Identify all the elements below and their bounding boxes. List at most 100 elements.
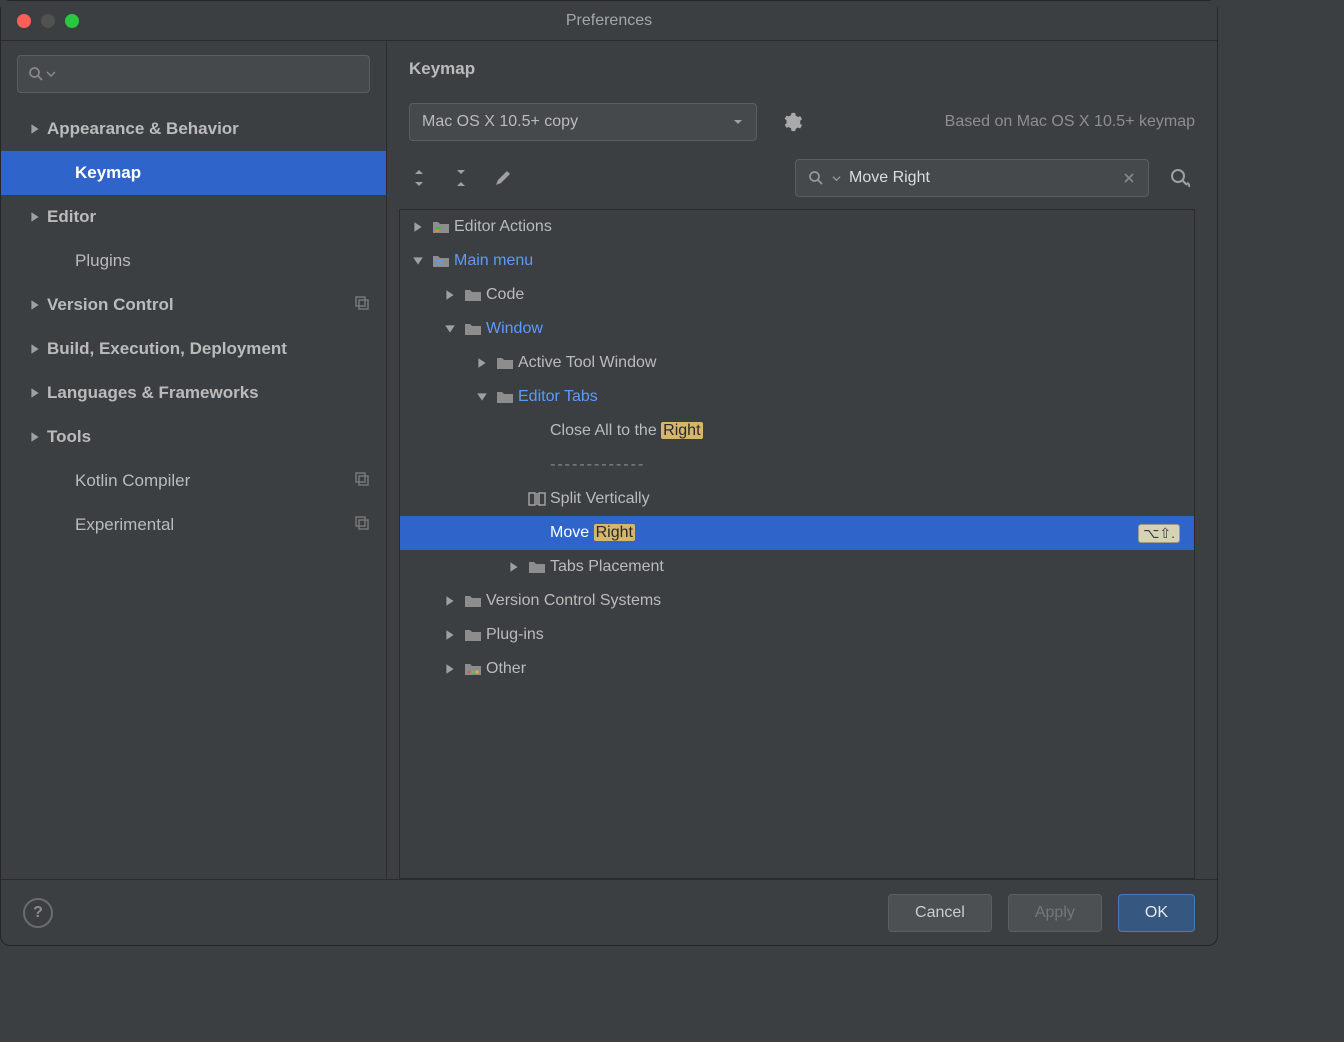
sidebar-item-label: Version Control <box>47 295 354 315</box>
help-button[interactable]: ? <box>23 898 53 928</box>
action-search[interactable] <box>795 159 1149 197</box>
tree-row-label: Editor Actions <box>454 218 552 236</box>
sidebar-item-appearance-behavior[interactable]: Appearance & Behavior <box>1 107 386 151</box>
chevron-right-icon <box>29 211 41 223</box>
tree-row-label: Plug-ins <box>486 626 544 644</box>
tree-row[interactable]: Code <box>400 278 1194 312</box>
tree-row[interactable]: Main menu <box>400 244 1194 278</box>
folder-icon <box>524 559 550 575</box>
tree-row-label: Version Control Systems <box>486 592 661 610</box>
keymap-tree[interactable]: Editor Actions Main menu Code Window Active … <box>399 209 1195 879</box>
keymap-select[interactable]: Mac OS X 10.5+ copy <box>409 103 757 141</box>
sidebar-item-label: Tools <box>47 427 370 447</box>
tree-row[interactable]: Window <box>400 312 1194 346</box>
expand-icon[interactable] <box>472 357 492 369</box>
sidebar-item-label: Languages & Frameworks <box>47 383 370 403</box>
find-by-shortcut-button[interactable] <box>1165 167 1195 189</box>
main-panel: Keymap Mac OS X 10.5+ copy Based on Mac … <box>387 41 1217 879</box>
sidebar-item-label: Build, Execution, Deployment <box>47 339 370 359</box>
tree-row[interactable]: Active Tool Window <box>400 346 1194 380</box>
gear-icon[interactable] <box>781 111 803 133</box>
tree-row[interactable]: Editor Actions <box>400 210 1194 244</box>
chevron-down-icon <box>732 116 744 128</box>
folder-icon <box>460 593 486 609</box>
tree-row[interactable]: Close All to the Right <box>400 414 1194 448</box>
tree-row-label: Close All to the Right <box>550 422 703 440</box>
tree-row[interactable]: Split Vertically <box>400 482 1194 516</box>
tree-row[interactable]: Editor Tabs <box>400 380 1194 414</box>
folder-icon <box>460 287 486 303</box>
sidebar-item-label: Experimental <box>75 515 354 535</box>
expand-icon[interactable] <box>504 561 524 573</box>
expand-icon[interactable] <box>408 221 428 233</box>
sidebar-search[interactable] <box>17 55 370 93</box>
titlebar: Preferences <box>1 1 1217 41</box>
toolbar <box>387 159 1217 209</box>
tree-row[interactable]: Move Right⌥⇧. <box>400 516 1194 550</box>
chevron-down-icon <box>46 69 56 79</box>
expand-icon[interactable] <box>440 595 460 607</box>
sidebar-item-kotlin-compiler[interactable]: Kotlin Compiler <box>1 459 386 503</box>
action-search-input[interactable] <box>849 169 1114 187</box>
chevron-right-icon <box>29 387 41 399</box>
expand-icon[interactable] <box>472 391 492 403</box>
search-icon <box>808 170 824 186</box>
ok-button[interactable]: OK <box>1118 894 1195 932</box>
clear-icon[interactable] <box>1122 171 1136 185</box>
tree-row-label: Other <box>486 660 526 678</box>
chevron-right-icon <box>29 123 41 135</box>
sidebar-item-experimental[interactable]: Experimental <box>1 503 386 547</box>
tree-row[interactable]: Plug-ins <box>400 618 1194 652</box>
sidebar-item-editor[interactable]: Editor <box>1 195 386 239</box>
search-icon <box>28 66 44 82</box>
chevron-right-icon <box>29 299 41 311</box>
edit-icon[interactable] <box>493 168 513 188</box>
project-scope-icon <box>354 295 370 316</box>
keymap-row: Mac OS X 10.5+ copy Based on Mac OS X 10… <box>387 79 1217 159</box>
sidebar-item-label: Appearance & Behavior <box>47 119 370 139</box>
cancel-button[interactable]: Cancel <box>888 894 992 932</box>
sidebar-item-label: Plugins <box>75 251 370 271</box>
sidebar-item-label: Editor <box>47 207 370 227</box>
expand-icon[interactable] <box>440 629 460 641</box>
menu-icon <box>428 253 454 269</box>
folder-icon <box>492 389 518 405</box>
sidebar-item-tools[interactable]: Tools <box>1 415 386 459</box>
apply-button[interactable]: Apply <box>1008 894 1102 932</box>
tree-row-label: Active Tool Window <box>518 354 656 372</box>
tree-row-label: Split Vertically <box>550 490 650 508</box>
tree-row[interactable]: Tabs Placement <box>400 550 1194 584</box>
tree-row-label: Window <box>486 320 543 338</box>
sidebar-item-build-execution-deployment[interactable]: Build, Execution, Deployment <box>1 327 386 371</box>
editor-icon <box>428 219 454 235</box>
sidebar-item-version-control[interactable]: Version Control <box>1 283 386 327</box>
tree-row[interactable]: Version Control Systems <box>400 584 1194 618</box>
folder-icon <box>460 627 486 643</box>
sidebar-item-plugins[interactable]: Plugins <box>1 239 386 283</box>
find-shortcut-icon <box>1169 167 1191 189</box>
page-title: Keymap <box>387 41 1217 79</box>
sidebar: Appearance & Behavior Keymap Editor Plugins… <box>1 41 387 879</box>
folder-icon <box>492 355 518 371</box>
expand-icon[interactable] <box>440 663 460 675</box>
sidebar-item-keymap[interactable]: Keymap <box>1 151 386 195</box>
expand-icon[interactable] <box>440 289 460 301</box>
content: Appearance & Behavior Keymap Editor Plugins… <box>1 41 1217 879</box>
expand-all-icon[interactable] <box>409 168 429 188</box>
sidebar-list: Appearance & Behavior Keymap Editor Plugins… <box>1 103 386 879</box>
sidebar-item-label: Keymap <box>75 163 370 183</box>
expand-icon[interactable] <box>408 255 428 267</box>
window-title: Preferences <box>1 12 1217 30</box>
expand-icon[interactable] <box>440 323 460 335</box>
chevron-down-icon <box>832 174 841 183</box>
tree-row[interactable]: ------------- <box>400 448 1194 482</box>
sidebar-item-languages-frameworks[interactable]: Languages & Frameworks <box>1 371 386 415</box>
project-scope-icon <box>354 471 370 492</box>
collapse-all-icon[interactable] <box>451 168 471 188</box>
folder-icon <box>460 321 486 337</box>
tree-row-label: Main menu <box>454 252 533 270</box>
footer: ? Cancel Apply OK <box>1 879 1217 945</box>
tree-row[interactable]: Other <box>400 652 1194 686</box>
tree-row-label: Code <box>486 286 524 304</box>
separator: ------------- <box>550 456 645 474</box>
